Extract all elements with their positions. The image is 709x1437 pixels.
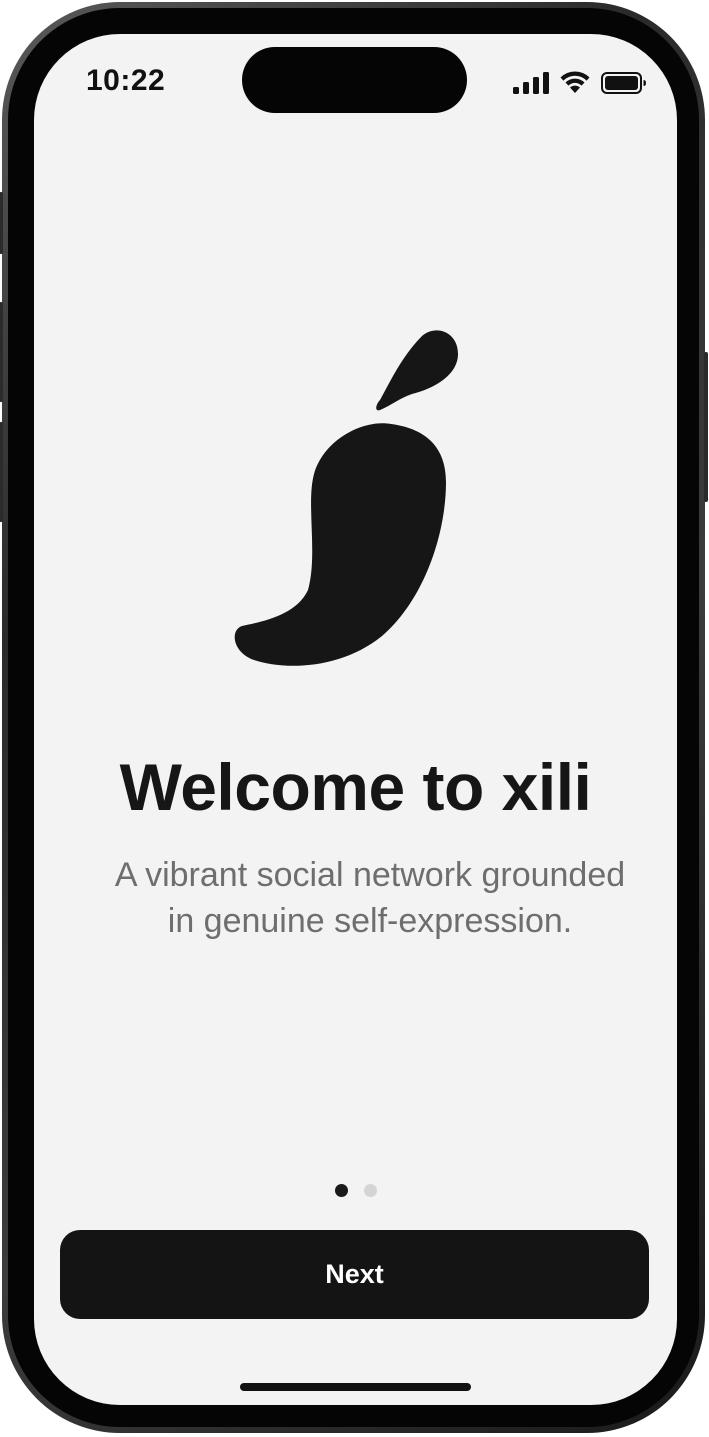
power-button — [704, 352, 708, 502]
app-screen: 10:22 Welcome to xili A vibrant social n… — [34, 34, 677, 1405]
volume-down-button — [0, 422, 3, 522]
page-indicator[interactable] — [34, 1184, 677, 1197]
status-time: 10:22 — [86, 64, 166, 97]
next-button[interactable]: Next — [60, 1230, 649, 1319]
wifi-icon — [560, 71, 590, 93]
cellular-signal-icon — [513, 72, 549, 94]
page-dot-1-active[interactable] — [334, 1184, 348, 1197]
page-dot-2[interactable] — [363, 1184, 377, 1197]
subtitle-line-1: A vibrant social network grounded — [114, 856, 626, 894]
action-button — [0, 192, 3, 254]
battery-icon — [601, 72, 646, 94]
home-indicator[interactable] — [240, 1383, 471, 1391]
welcome-title: Welcome to xili — [119, 750, 592, 824]
chili-pepper-logo-icon — [234, 330, 458, 666]
volume-up-button — [0, 302, 3, 402]
subtitle-line-2: in genuine self-expression. — [167, 902, 573, 940]
dynamic-island — [242, 47, 467, 113]
status-icons — [513, 70, 647, 96]
welcome-subtitle: A vibrant social network grounded in gen… — [90, 852, 650, 944]
